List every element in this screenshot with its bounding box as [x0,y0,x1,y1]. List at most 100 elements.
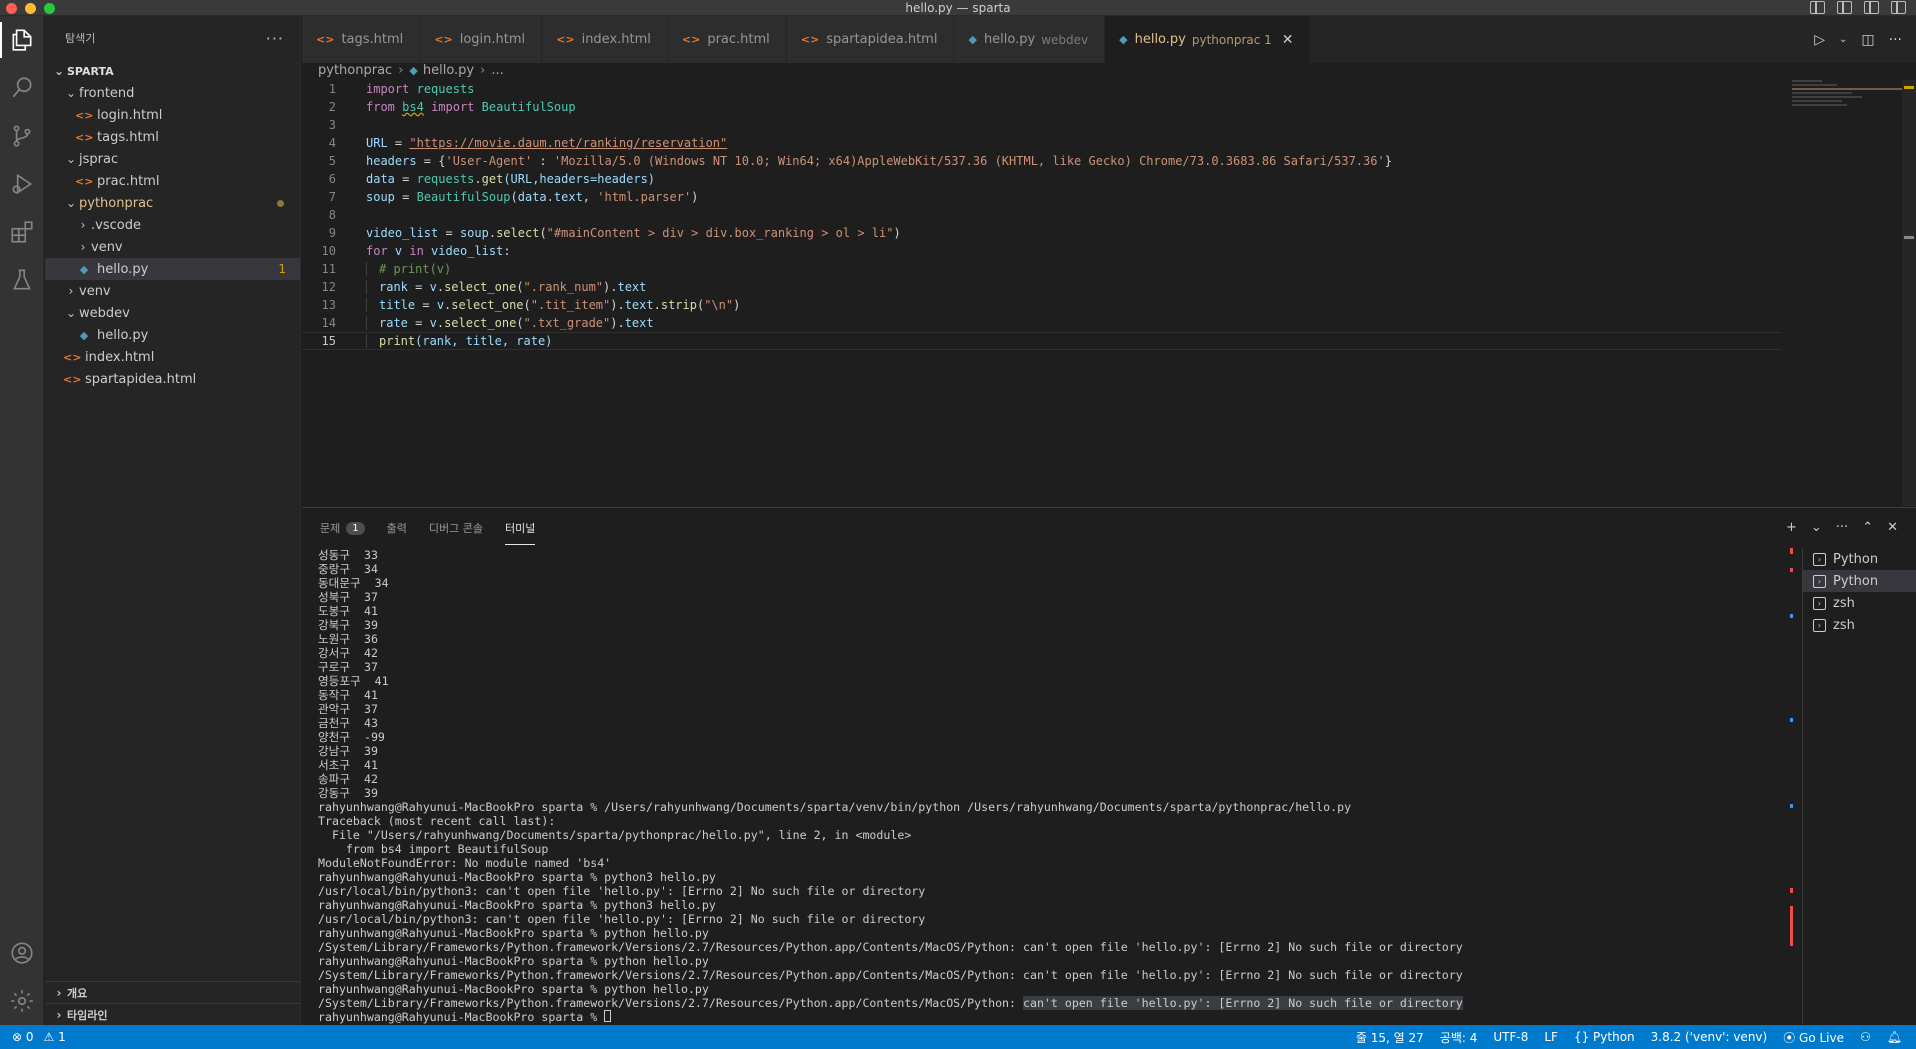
run-python-icon[interactable]: ▷ [1814,32,1825,48]
more-actions-icon[interactable]: ··· [1836,520,1848,535]
tree-folder[interactable]: › venv [45,236,300,258]
tree-folder[interactable]: ⌄ jsprac [45,148,300,170]
more-actions-icon[interactable]: ··· [266,29,284,48]
terminal-instance[interactable]: › Python [1803,570,1916,592]
variable: data [517,190,547,204]
terminal-output[interactable]: 성동구 33 중랑구 34 동대문구 34 성북구 37 도봉구 41 강북구 39 노원구… [318,548,1798,1024]
extensions-icon[interactable] [0,208,44,256]
end-of-line[interactable]: LF [1544,1030,1558,1044]
maximize-window-button[interactable] [44,3,55,14]
timeline-section[interactable]: › 타임라인 [45,1003,300,1025]
terminal-instance[interactable]: › zsh [1803,614,1916,636]
search-icon[interactable] [0,64,44,112]
status-bar: ⊗ 0 ⚠ 1 줄 15, 열 27 공백: 4 UTF-8 LF {} Pyt… [0,1025,1916,1049]
editor-tab[interactable]: <> login.html [420,16,543,63]
python-interpreter[interactable]: 3.8.2 ('venv': venv) [1651,1030,1768,1044]
language-mode[interactable]: {} Python [1574,1030,1635,1044]
editor-actions: ▷ ⌄ ◫ ··· [1814,16,1916,63]
problems-warnings[interactable]: ⚠ 1 [44,1030,66,1044]
module-name-warning[interactable]: bs4 [402,100,424,114]
editor-tab[interactable]: <> prac.html [667,16,787,63]
panel-tab[interactable]: 문제 1 [320,520,365,536]
toggle-secondary-sidebar-icon[interactable] [1864,1,1879,14]
operator: = [394,172,417,186]
tree-file[interactable]: ◆ hello.py [45,324,300,346]
tree-file[interactable]: <> prac.html [45,170,300,192]
terminal-scrollbar[interactable] [1786,548,1800,1024]
breadcrumb-symbol[interactable]: ... [491,63,503,78]
minimize-window-button[interactable] [25,3,36,14]
terminal-instance-label: Python [1833,551,1879,567]
tree-item-label: .vscode [91,217,141,233]
breadcrumb-file[interactable]: hello.py [423,63,474,78]
current-code-line: 15 print(rank, title, rate) [302,332,1782,350]
tree-folder[interactable]: › venv [45,280,300,302]
toggle-sidebar-icon[interactable] [1810,1,1825,14]
tree-item-label: venv [79,283,111,299]
tree-folder[interactable]: ⌄ frontend [45,82,300,104]
terminal-text: rahyunhwang@Rahyunui-MacBookPro sparta %… [318,926,709,940]
terminal-instance[interactable]: › zsh [1803,592,1916,614]
tree-file[interactable]: ◆ hello.py 1 [45,258,300,280]
problems-errors[interactable]: ⊗ 0 [12,1030,34,1044]
outline-section[interactable]: › 개요 [45,981,300,1003]
tree-folder[interactable]: ⌄ pythonprac [45,192,300,214]
customize-layout-icon[interactable] [1891,1,1906,14]
source-control-icon[interactable] [0,112,44,160]
code-editor[interactable]: 1 import requests 2 from bs4 import Beau… [302,80,1902,506]
encoding[interactable]: UTF-8 [1493,1030,1528,1044]
terminal-instance[interactable]: › Python [1803,548,1916,570]
panel-tab[interactable]: 디버그 콘솔 [429,520,483,536]
chevron-down-icon[interactable]: ⌄ [1811,520,1822,535]
split-editor-icon[interactable]: ◫ [1861,32,1874,48]
notifications-bell-icon[interactable]: 🔔︎ [1887,1030,1902,1044]
tab-label: index.html [581,32,651,47]
close-tab-icon[interactable]: ✕ [1282,32,1294,48]
tree-file[interactable]: <> tags.html [45,126,300,148]
account-icon[interactable] [0,929,44,977]
operator: ) [691,190,699,204]
editor-tab[interactable]: <> index.html [542,16,668,63]
cursor-position[interactable]: 줄 15, 열 27 [1356,1029,1424,1046]
testing-icon[interactable] [0,256,44,304]
chevron-down-icon[interactable]: ⌄ [1839,34,1847,45]
workspace-root[interactable]: ⌄ SPARTA [45,60,300,82]
toggle-panel-icon[interactable] [1837,1,1852,14]
go-live-button[interactable]: ⦿ Go Live [1783,1029,1844,1046]
tree-file[interactable]: <> index.html [45,346,300,368]
panel-tab[interactable]: 출력 [387,520,407,536]
close-window-button[interactable] [6,3,17,14]
tree-file[interactable]: <> spartapidea.html [45,368,300,390]
more-actions-icon[interactable]: ··· [1889,32,1902,48]
editor-tab[interactable]: <> spartapidea.html [786,16,955,63]
run-debug-icon[interactable] [0,160,44,208]
tree-folder[interactable]: › .vscode [45,214,300,236]
new-terminal-icon[interactable]: + [1786,520,1797,535]
terminal-text: rahyunhwang@Rahyunui-MacBookPro sparta %… [318,982,709,996]
url-string[interactable]: "https://movie.daum.net/ranking/reservat… [409,136,727,150]
close-panel-icon[interactable]: ✕ [1887,520,1898,535]
terminal-line: rahyunhwang@Rahyunui-MacBookPro sparta %… [318,926,1798,940]
tree-folder[interactable]: ⌄ webdev [45,302,300,324]
editor-tab[interactable]: ◆ hello.py webdev [954,16,1106,63]
breadcrumb-folder[interactable]: pythonprac [318,63,392,78]
string: 'html.parser' [597,190,692,204]
settings-gear-icon[interactable] [0,977,44,1025]
terminal-text: 서초구 41 [318,758,378,772]
editor-tab[interactable]: <> tags.html [302,16,421,63]
tab-label: tags.html [341,32,404,47]
editor-scrollbar[interactable] [1902,80,1916,506]
title-bar: hello.py — sparta [0,0,1916,16]
tree-item-label: index.html [85,349,155,365]
accounts-icon[interactable]: ⚇ [1860,1030,1871,1044]
code-line: 5 headers = {'User-Agent' : 'Mozilla/5.0… [302,152,1902,170]
terminal-line: 강남구 39 [318,744,1798,758]
indentation[interactable]: 공백: 4 [1440,1029,1478,1046]
minimap[interactable] [1792,80,1902,140]
tree-file[interactable]: <> login.html [45,104,300,126]
editor-tab[interactable]: ◆ hello.py pythonprac 1 ✕ [1105,16,1311,63]
editor-tabs: <> tags.html <> login.html <> index.html <> pra… [302,16,1311,63]
panel-tab[interactable]: 터미널 [504,520,536,545]
explorer-icon[interactable] [0,16,44,64]
maximize-panel-icon[interactable]: ⌃ [1862,520,1873,535]
